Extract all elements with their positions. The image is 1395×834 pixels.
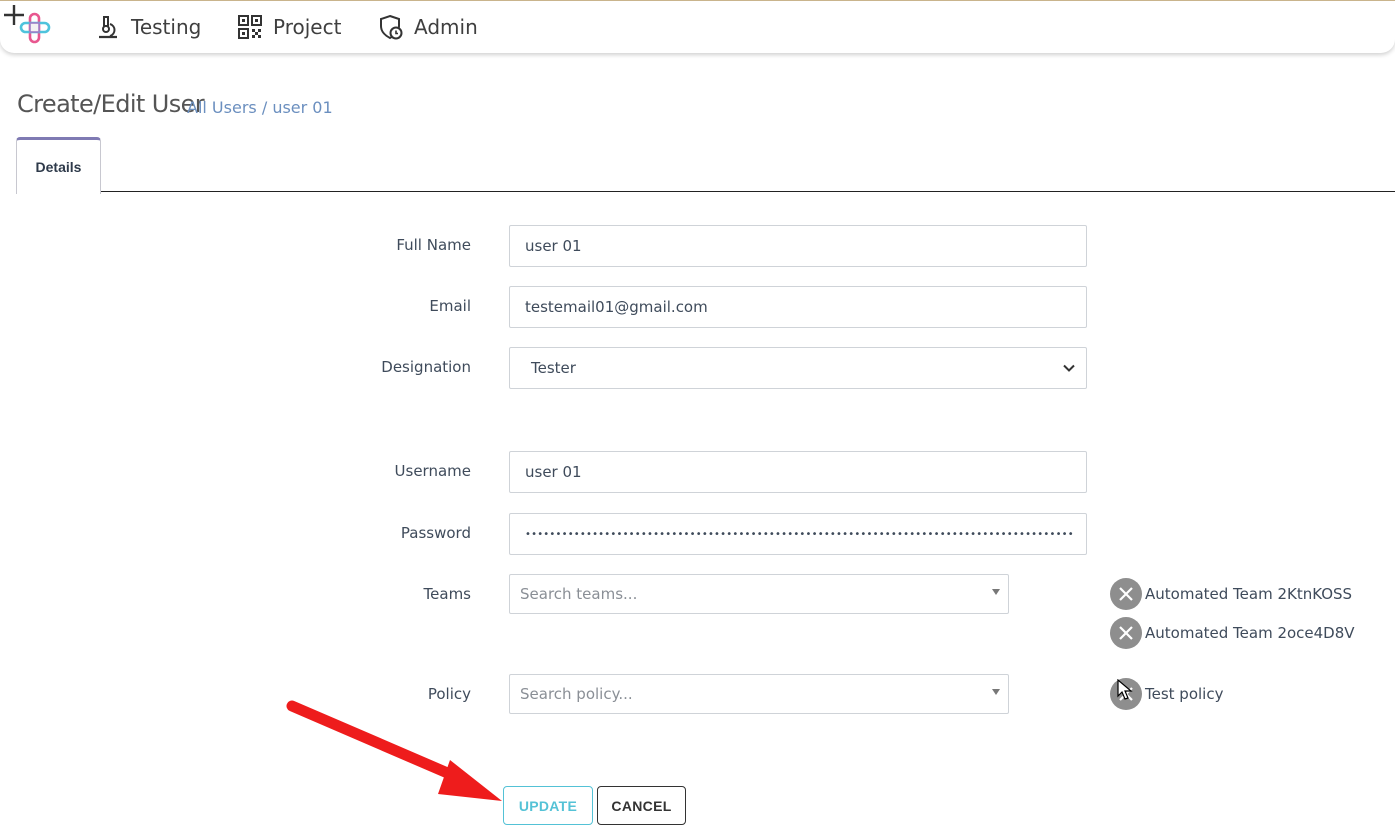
email-label: Email bbox=[429, 297, 471, 315]
page-title: Create/Edit User bbox=[17, 90, 205, 118]
remove-team-close-icon[interactable] bbox=[1110, 617, 1142, 649]
designation-select[interactable]: Tester bbox=[509, 347, 1087, 389]
team-chip: Automated Team 2oce4D8V bbox=[1110, 617, 1355, 649]
breadcrumb-separator: / bbox=[261, 98, 268, 117]
nav-testing[interactable]: Testing bbox=[95, 12, 201, 42]
annotation-arrow-icon bbox=[286, 700, 502, 801]
breadcrumb: All Users / user 01 bbox=[187, 98, 333, 117]
top-nav-bar: Testing Project Admin bbox=[0, 0, 1395, 53]
teams-search-input[interactable]: Search teams... bbox=[509, 574, 1009, 614]
breadcrumb-current[interactable]: user 01 bbox=[272, 98, 332, 117]
password-value: ••••••••••••••••••••••••••••••••••••••••… bbox=[525, 528, 1073, 540]
nav-admin-label: Admin bbox=[414, 15, 478, 39]
tab-divider bbox=[100, 191, 1395, 192]
designation-label: Designation bbox=[381, 358, 471, 376]
username-label: Username bbox=[394, 462, 471, 480]
shield-clock-icon bbox=[380, 14, 403, 40]
password-label: Password bbox=[400, 524, 471, 542]
email-value: testemail01@gmail.com bbox=[525, 298, 708, 316]
microscope-icon bbox=[99, 16, 117, 39]
breadcrumb-link-all-users[interactable]: All Users bbox=[187, 98, 257, 117]
app-logo-icon[interactable] bbox=[18, 11, 52, 45]
username-value: user 01 bbox=[525, 463, 582, 481]
update-button[interactable]: UPDATE bbox=[503, 786, 593, 825]
email-input[interactable]: testemail01@gmail.com bbox=[509, 286, 1087, 328]
mouse-pointer-icon bbox=[1117, 679, 1133, 700]
nav-project[interactable]: Project bbox=[237, 12, 341, 42]
designation-value: Tester bbox=[531, 359, 576, 377]
cancel-button[interactable]: CANCEL bbox=[597, 786, 686, 825]
username-input[interactable]: user 01 bbox=[509, 451, 1087, 493]
qr-grid-icon bbox=[238, 15, 262, 39]
team-chip: Automated Team 2KtnKOSS bbox=[1110, 578, 1352, 610]
team-chip-label: Automated Team 2oce4D8V bbox=[1145, 624, 1355, 642]
nav-admin[interactable]: Admin bbox=[378, 12, 478, 42]
policy-chip-label: Test policy bbox=[1145, 685, 1224, 703]
full-name-label: Full Name bbox=[396, 236, 471, 254]
caret-down-icon[interactable] bbox=[992, 589, 1000, 595]
chevron-down-icon bbox=[1063, 364, 1075, 372]
team-chip-label: Automated Team 2KtnKOSS bbox=[1145, 585, 1353, 603]
full-name-input[interactable]: user 01 bbox=[509, 225, 1087, 267]
nav-testing-label: Testing bbox=[131, 15, 202, 39]
teams-placeholder: Search teams... bbox=[520, 585, 638, 603]
password-input[interactable]: ••••••••••••••••••••••••••••••••••••••••… bbox=[509, 513, 1087, 555]
nav-project-label: Project bbox=[273, 15, 342, 39]
remove-team-close-icon[interactable] bbox=[1110, 578, 1142, 610]
full-name-value: user 01 bbox=[525, 237, 582, 255]
policy-placeholder: Search policy... bbox=[520, 685, 633, 703]
caret-down-icon[interactable] bbox=[992, 689, 1000, 695]
tab-details[interactable]: Details bbox=[16, 137, 101, 194]
teams-label: Teams bbox=[423, 585, 471, 603]
policy-search-input[interactable]: Search policy... bbox=[509, 674, 1009, 714]
